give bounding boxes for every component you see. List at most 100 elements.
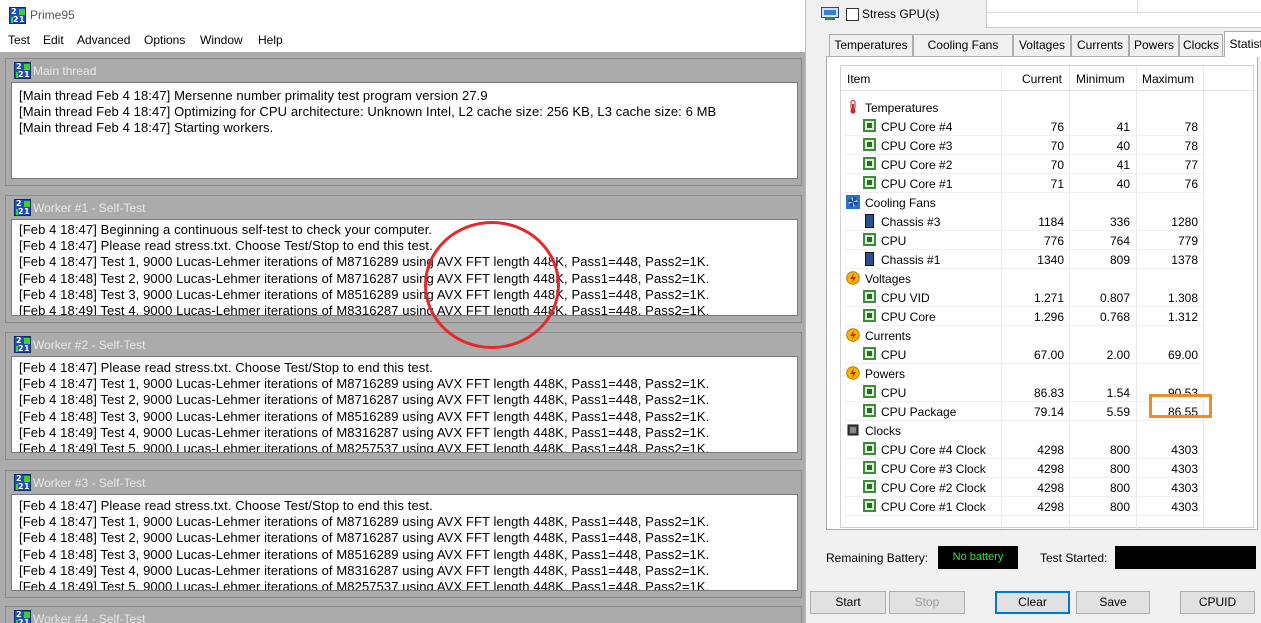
prime95-app-icon: 221 (14, 62, 31, 79)
log-line: [Feb 4 18:49] Test 5, 9000 Lucas-Lehmer … (19, 440, 710, 453)
value-current: 67.00 (1033, 348, 1064, 362)
pane-titlebar[interactable]: 221 Worker #1 - Self-Test (6, 196, 801, 219)
table-row[interactable]: CPU Core #2 70 41 77 (841, 155, 1255, 174)
table-header: Item Current Minimum Maximum (841, 66, 1255, 91)
table-row[interactable]: CPU Core #4 Clock 4298 800 4303 (841, 440, 1255, 459)
statistics-table[interactable]: Item Current Minimum Maximum Temperature… (840, 65, 1255, 529)
pane-titlebar[interactable]: 221 Worker #2 - Self-Test (6, 333, 801, 356)
tab-powers[interactable]: Powers (1129, 34, 1179, 56)
test-started-value (1115, 546, 1256, 569)
value-minimum: 336 (1109, 215, 1130, 229)
pane-titlebar[interactable]: 221 Worker #3 - Self-Test (6, 471, 801, 494)
value-maximum: 1280 (1171, 215, 1198, 229)
cpu-chip-icon (863, 176, 876, 189)
stop-button[interactable]: Stop (889, 591, 965, 614)
log-line: [Feb 4 18:47] Test 1, 9000 Lucas-Lehmer … (19, 254, 710, 270)
group-row[interactable]: Voltages (841, 269, 1255, 288)
tab-cooling-fans[interactable]: Cooling Fans (913, 34, 1013, 56)
table-row[interactable]: CPU Core #4 76 41 78 (841, 117, 1255, 136)
table-row[interactable]: CPU Core #3 Clock 4298 800 4303 (841, 459, 1255, 478)
table-row[interactable]: CPU Core #1 Clock 4298 800 4303 (841, 497, 1255, 516)
clear-button[interactable]: Clear (995, 591, 1070, 614)
prime95-menubar: Test Edit Advanced Options Window Help (0, 30, 805, 52)
sensor-name: CPU (881, 234, 907, 248)
pane-title: Worker #1 - Self-Test (33, 201, 146, 215)
group-row[interactable]: Cooling Fans (841, 193, 1255, 212)
table-row[interactable]: CPU 67.00 2.00 69.00 (841, 345, 1255, 364)
cpuid-button[interactable]: CPUID (1180, 591, 1255, 614)
table-row[interactable]: Chassis #1 1340 809 1378 (841, 250, 1255, 269)
menu-window[interactable]: Window (200, 33, 243, 47)
group-row[interactable]: Powers (841, 364, 1255, 383)
table-row[interactable]: CPU Core #3 70 40 78 (841, 136, 1255, 155)
value-maximum: 4303 (1171, 443, 1198, 457)
tab-currents[interactable]: Currents (1071, 34, 1129, 56)
tab-statistics[interactable]: Statistics (1224, 31, 1261, 57)
menu-edit[interactable]: Edit (43, 33, 64, 47)
sensor-name: CPU Core #4 (881, 120, 953, 134)
value-current: 1184 (1038, 215, 1064, 229)
menu-options[interactable]: Options (144, 33, 185, 47)
table-row[interactable]: CPU 776 764 779 (841, 231, 1255, 250)
table-row[interactable]: CPU Core 1.296 0.768 1.312 (841, 307, 1255, 326)
worker-3-pane[interactable]: 221 Worker #3 - Self-Test [Feb 4 18:47] … (5, 470, 802, 598)
value-current: 4298 (1037, 443, 1064, 457)
cpu-chip-icon (863, 499, 876, 512)
remaining-battery-label: Remaining Battery: (826, 551, 929, 565)
value-minimum: 0.768 (1099, 310, 1130, 324)
sensor-name: Chassis #1 (881, 253, 941, 267)
log-line: [Feb 4 18:49] Test 4, 9000 Lucas-Lehmer … (19, 302, 710, 316)
sensor-name: Chassis #3 (881, 215, 941, 229)
group-row[interactable]: Clocks (841, 421, 1255, 440)
group-row[interactable]: Temperatures (841, 98, 1255, 117)
log-area[interactable]: [Feb 4 18:47] Please read stress.txt. Ch… (11, 356, 798, 453)
value-maximum: 78 (1184, 120, 1198, 134)
thermometer-icon (846, 100, 860, 114)
group-row[interactable]: Currents (841, 326, 1255, 345)
column-current[interactable]: Current (1022, 72, 1062, 86)
log-area[interactable]: [Feb 4 18:47] Please read stress.txt. Ch… (11, 494, 798, 591)
table-row[interactable]: CPU Core #2 Clock 4298 800 4303 (841, 478, 1255, 497)
cpu-chip-icon (863, 119, 876, 132)
menu-advanced[interactable]: Advanced (77, 33, 130, 47)
prime95-window: 221 Prime95 Test Edit Advanced Options W… (0, 0, 805, 623)
prime95-app-icon: 221 (14, 474, 31, 491)
log-line: [Feb 4 18:48] Test 3, 9000 Lucas-Lehmer … (19, 286, 710, 302)
pane-titlebar[interactable]: 221 Main thread (6, 59, 801, 82)
main-thread-pane[interactable]: 221 Main thread [Main thread Feb 4 18:47… (5, 58, 802, 186)
sensor-name: CPU Core (881, 310, 936, 324)
table-row[interactable]: Chassis #3 1184 336 1280 (841, 212, 1255, 231)
column-item[interactable]: Item (847, 72, 870, 86)
menu-help[interactable]: Help (258, 33, 283, 47)
top-panel (986, 0, 1261, 28)
sensor-name: CPU VID (881, 291, 930, 305)
cpu-chip-icon (863, 290, 876, 303)
value-minimum: 2.00 (1106, 348, 1130, 362)
cpu-chip-icon (863, 157, 876, 170)
worker-1-pane[interactable]: 221 Worker #1 - Self-Test [Feb 4 18:47] … (5, 195, 802, 323)
column-maximum[interactable]: Maximum (1142, 72, 1194, 86)
log-area[interactable]: [Main thread Feb 4 18:47] Mersenne numbe… (11, 82, 798, 179)
stress-gpu-checkbox[interactable] (846, 8, 859, 21)
value-maximum: 779 (1177, 234, 1198, 248)
prime95-app-icon: 221 (14, 610, 31, 623)
save-button[interactable]: Save (1076, 591, 1150, 614)
tab-clocks[interactable]: Clocks (1179, 34, 1223, 56)
pane-titlebar[interactable]: 221 Worker #4 - Self-Test (6, 607, 801, 623)
log-line: [Feb 4 18:47] Please read stress.txt. Ch… (19, 360, 433, 375)
value-maximum: 69.00 (1167, 348, 1198, 362)
prime95-title: Prime95 (30, 8, 75, 22)
worker-2-pane[interactable]: 221 Worker #2 - Self-Test [Feb 4 18:47] … (5, 332, 802, 460)
tab-voltages[interactable]: Voltages (1013, 34, 1071, 56)
fan-icon (846, 195, 860, 209)
worker-4-pane[interactable]: 221 Worker #4 - Self-Test (5, 606, 802, 623)
log-area[interactable]: [Feb 4 18:47] Beginning a continuous sel… (11, 219, 798, 316)
tab-temperatures[interactable]: Temperatures (829, 34, 913, 56)
start-button[interactable]: Start (810, 591, 886, 614)
log-line: [Feb 4 18:48] Test 2, 9000 Lucas-Lehmer … (19, 270, 710, 286)
column-minimum[interactable]: Minimum (1076, 72, 1125, 86)
menu-test[interactable]: Test (8, 33, 30, 47)
table-row[interactable]: CPU VID 1.271 0.807 1.308 (841, 288, 1255, 307)
value-current: 4298 (1037, 462, 1064, 476)
table-row[interactable]: CPU Core #1 71 40 76 (841, 174, 1255, 193)
